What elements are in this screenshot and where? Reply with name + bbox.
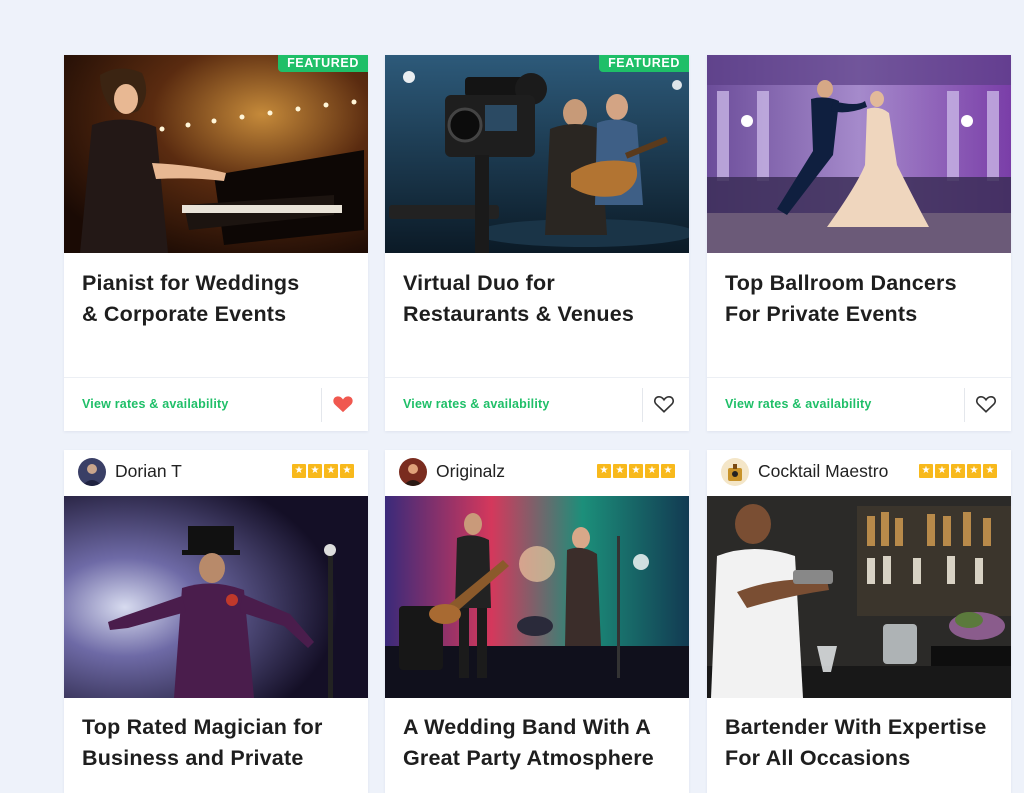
performer-row[interactable]: Dorian T ★ ★ ★ ★ <box>64 450 368 494</box>
view-rates-link[interactable]: View rates & availability <box>725 397 872 411</box>
listing-title-line: Business and Private <box>82 746 304 770</box>
star-icon: ★ <box>645 464 659 478</box>
performer-row[interactable]: Cocktail Maestro ★ ★ ★ ★ ★ <box>707 450 1011 494</box>
listing-title-line: Pianist for Weddings <box>82 271 300 295</box>
listing-title[interactable]: Top Rated Magician for Business and Priv… <box>82 712 358 774</box>
star-icon: ★ <box>597 464 611 478</box>
star-icon: ★ <box>292 464 306 478</box>
performer-name[interactable]: Originalz <box>436 461 505 482</box>
star-icon: ★ <box>983 464 997 478</box>
avatar <box>78 458 106 486</box>
divider <box>321 388 322 422</box>
card-footer: View rates & availability <box>707 377 1011 431</box>
listing-card[interactable]: Cocktail Maestro ★ ★ ★ ★ ★ Bartender Wit… <box>707 450 1011 793</box>
listing-title-line: & Corporate Events <box>82 302 287 326</box>
star-icon: ★ <box>967 464 981 478</box>
card-footer: View rates & availability <box>385 377 689 431</box>
listing-title-line: For Private Events <box>725 302 918 326</box>
listing-title-line: Top Rated Magician for <box>82 715 323 739</box>
featured-badge: FEATURED <box>599 55 689 72</box>
rating-stars: ★ ★ ★ ★ ★ <box>919 464 997 478</box>
listing-title[interactable]: Pianist for Weddings & Corporate Events <box>82 268 354 330</box>
avatar <box>399 458 427 486</box>
listing-title-line: Virtual Duo for <box>403 271 555 295</box>
listing-title[interactable]: Virtual Duo for Restaurants & Venues <box>403 268 675 330</box>
listing-title-line: Restaurants & Venues <box>403 302 635 326</box>
listing-card[interactable]: FEATURED Pianist for Weddings & Corporat… <box>64 55 368 431</box>
star-icon: ★ <box>613 464 627 478</box>
listing-photo-wedding-band[interactable] <box>385 496 689 698</box>
card-footer: View rates & availability <box>64 377 368 431</box>
heart-icon <box>654 395 674 413</box>
performer-name[interactable]: Cocktail Maestro <box>758 461 888 482</box>
listing-title[interactable]: Bartender With Expertise For All Occasio… <box>725 712 1001 774</box>
listing-card[interactable]: Top Ballroom Dancers For Private Events … <box>707 55 1011 431</box>
star-icon: ★ <box>935 464 949 478</box>
rating-stars: ★ ★ ★ ★ ★ <box>597 464 675 478</box>
listing-card[interactable]: Dorian T ★ ★ ★ ★ Top Rated Magician for … <box>64 450 368 793</box>
listing-title-line: Top Ballroom Dancers <box>725 271 957 295</box>
listing-title-line: Bartender With Expertise <box>725 715 987 739</box>
favorite-button[interactable] <box>653 394 677 416</box>
listing-photo-ballroom-dancers[interactable] <box>707 55 1011 253</box>
performer-row[interactable]: Originalz ★ ★ ★ ★ ★ <box>385 450 689 494</box>
star-icon: ★ <box>340 464 354 478</box>
listing-title-line: A Wedding Band With A <box>403 715 652 739</box>
star-icon: ★ <box>629 464 643 478</box>
listing-title-line: Great Party Atmosphere <box>403 746 654 770</box>
star-icon: ★ <box>951 464 965 478</box>
star-icon: ★ <box>919 464 933 478</box>
view-rates-link[interactable]: View rates & availability <box>403 397 550 411</box>
listing-title[interactable]: A Wedding Band With A Great Party Atmosp… <box>403 712 679 774</box>
star-icon: ★ <box>324 464 338 478</box>
listing-title[interactable]: Top Ballroom Dancers For Private Events <box>725 268 997 330</box>
listing-photo-virtual-duo[interactable] <box>385 55 689 253</box>
listing-card[interactable]: FEATURED Virtual Duo for Restaurants & V… <box>385 55 689 431</box>
listing-photo-magician[interactable] <box>64 496 368 698</box>
heart-icon <box>976 395 996 413</box>
performer-name[interactable]: Dorian T <box>115 461 182 482</box>
divider <box>964 388 965 422</box>
rating-stars: ★ ★ ★ ★ <box>292 464 354 478</box>
listing-card[interactable]: Originalz ★ ★ ★ ★ ★ A Wedding Band With … <box>385 450 689 793</box>
divider <box>642 388 643 422</box>
listing-photo-bartender[interactable] <box>707 496 1011 698</box>
favorite-button[interactable] <box>332 394 356 416</box>
star-icon: ★ <box>661 464 675 478</box>
heart-icon <box>333 396 353 413</box>
star-icon: ★ <box>308 464 322 478</box>
listing-photo-pianist[interactable] <box>64 55 368 253</box>
avatar <box>721 458 749 486</box>
favorite-button[interactable] <box>975 394 999 416</box>
listing-title-line: For All Occasions <box>725 746 911 770</box>
featured-badge: FEATURED <box>278 55 368 72</box>
view-rates-link[interactable]: View rates & availability <box>82 397 229 411</box>
